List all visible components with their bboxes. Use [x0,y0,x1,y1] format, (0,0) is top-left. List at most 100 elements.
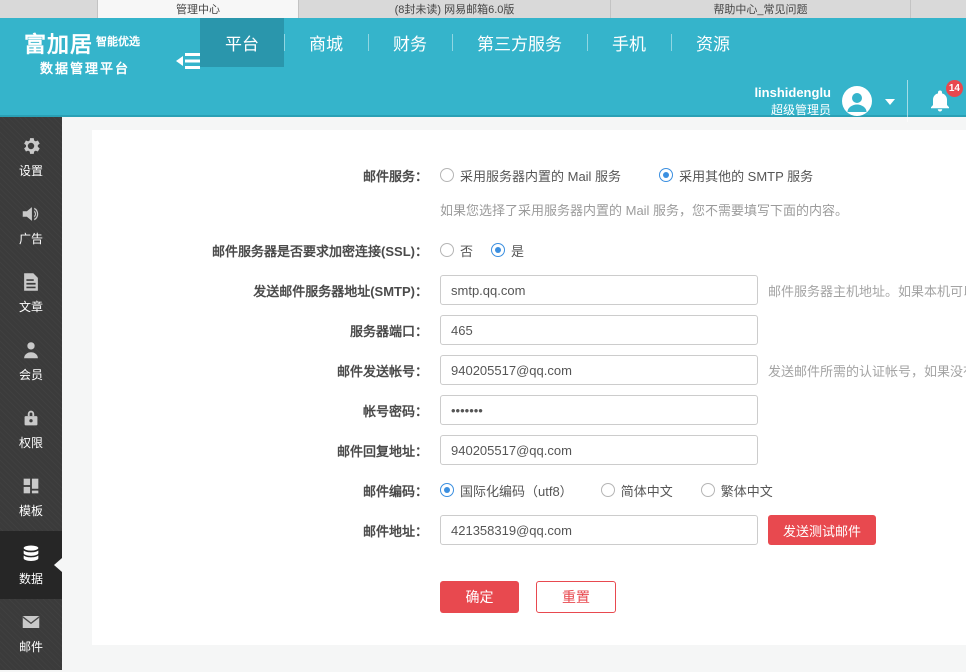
user-info: linshidenglu 超级管理员 [754,84,831,118]
nav-item-mall[interactable]: 商城 [284,18,368,67]
sidebar-item-templates[interactable]: 模板 [0,463,62,531]
sidebar-item-label: 邮件 [18,640,43,654]
notifications-button[interactable]: 14 [928,80,963,114]
radio-encoding-gb[interactable]: 简体中文 [600,481,673,500]
test-address-input[interactable] [440,515,758,545]
sidebar: 设置 广告 文章 会员 权限 模板 数据 邮件 [0,117,62,670]
user-name: linshidenglu [754,85,831,101]
submit-button[interactable]: 确定 [440,581,519,613]
menu-collapse-icon[interactable] [176,50,202,72]
mail-settings-card: 邮件服务： 采用服务器内置的 Mail 服务 采用其他的 SMTP 服务 如果您… [92,130,966,645]
nav-item-label: 第三方服务 [477,35,562,54]
reset-button[interactable]: 重置 [536,581,616,613]
brand-subtitle: 数据管理平台 [40,61,131,77]
mail-service-row: 邮件服务： 采用服务器内置的 Mail 服务 采用其他的 SMTP 服务 [92,160,966,190]
sidebar-item-label: 设置 [18,164,43,178]
sidebar-item-label: 会员 [18,368,43,382]
nav-item-thirdparty[interactable]: 第三方服务 [452,18,587,67]
nav-item-label: 平台 [225,35,259,54]
smtp-host-help: 邮件服务器主机地址。如果本机可以发 [768,283,966,299]
radio-icon [700,483,715,497]
browser-tabbar: 管理中心 (8封未读) 网易邮箱6.0版 帮助中心_常见问题 [0,0,966,18]
radio-checked-icon [491,243,506,257]
logo: 富加居 智能优选 数据管理平台 [24,32,140,77]
database-icon [20,543,42,565]
sidebar-item-articles[interactable]: 文章 [0,259,62,327]
nav-item-mobile[interactable]: 手机 [587,18,671,67]
reply-row: 邮件回复地址： [92,435,966,465]
radio-checked-icon [440,483,454,497]
browser-tab-help[interactable]: 帮助中心_常见问题 [611,0,911,18]
account-label: 邮件发送帐号： [336,363,428,379]
port-row: 服务器端口： [92,315,966,345]
ssl-row: 邮件服务器是否要求加密连接(SSL)： 否 是 [92,235,966,265]
brand-tagline: 智能优选 [96,36,141,48]
account-help: 发送邮件所需的认证帐号，如果没有就 [768,363,966,379]
send-test-button[interactable]: 发送测试邮件 [768,515,877,545]
sidebar-item-label: 权限 [18,436,43,450]
nav-item-platform[interactable]: 平台 [200,18,284,67]
sidebar-item-mail[interactable]: 邮件 [0,599,62,667]
nav-item-label: 财务 [393,35,427,54]
lock-icon [20,407,42,429]
ssl-label: 邮件服务器是否要求加密连接(SSL)： [212,243,428,259]
encoding-label: 邮件编码： [362,483,428,499]
radio-ssl-yes[interactable]: 是 [491,241,524,260]
browser-tab-label: (8封未读) 网易邮箱6.0版 [394,4,515,16]
avatar[interactable] [841,85,873,117]
nav-item-label: 商城 [309,35,343,54]
user-area: linshidenglu 超级管理员 14 [754,80,963,122]
sidebar-item-ads[interactable]: 广告 [0,191,62,259]
password-label: 帐号密码： [362,403,428,419]
radio-ssl-no[interactable]: 否 [440,241,473,260]
member-icon [20,339,42,361]
radio-encoding-utf8[interactable]: 国际化编码（utf8） [440,481,573,500]
speaker-icon [20,203,42,225]
nav-item-label: 手机 [612,35,646,54]
nav-item-resource[interactable]: 资源 [671,18,755,67]
sender-account-input[interactable] [440,355,758,385]
browser-tab-mailbox[interactable]: (8封未读) 网易邮箱6.0版 [299,0,611,18]
port-input[interactable] [440,315,758,345]
divider [907,80,908,122]
sidebar-item-permissions[interactable]: 权限 [0,395,62,463]
chevron-down-icon[interactable] [885,99,895,105]
reply-label: 邮件回复地址： [336,443,428,459]
sidebar-item-label: 模板 [18,504,43,518]
mail-service-hint: 如果您选择了采用服务器内置的 Mail 服务，您不需要填写下面的内容。 [440,203,849,218]
test-mail-label: 邮件地址： [362,523,428,539]
nav-item-finance[interactable]: 财务 [368,18,452,67]
content-area: 邮件服务： 采用服务器内置的 Mail 服务 采用其他的 SMTP 服务 如果您… [62,117,966,670]
sidebar-item-label: 文章 [18,300,43,314]
browser-tab-admin[interactable]: 管理中心 [98,0,299,18]
reply-address-input[interactable] [440,435,758,465]
mail-service-label: 邮件服务： [362,168,428,184]
main-nav: 平台 商城 财务 第三方服务 手机 资源 [200,18,755,67]
browser-tab-label: 帮助中心_常见问题 [713,4,808,16]
smtp-host-label: 发送邮件服务器地址(SMTP)： [253,283,428,299]
form-actions: 确定 重置 [440,581,966,613]
radio-mail-smtp[interactable]: 采用其他的 SMTP 服务 [659,166,813,185]
radio-icon [600,483,615,497]
sidebar-item-members[interactable]: 会员 [0,327,62,395]
password-row: 帐号密码： [92,395,966,425]
radio-encoding-big5[interactable]: 繁体中文 [700,481,773,500]
smtp-host-input[interactable] [440,275,758,305]
radio-icon [440,243,454,257]
template-icon [20,475,42,497]
radio-mail-builtin[interactable]: 采用服务器内置的 Mail 服务 [440,166,621,185]
gear-icon [20,135,42,157]
account-row: 邮件发送帐号： 发送邮件所需的认证帐号，如果没有就 [92,355,966,385]
port-label: 服务器端口： [349,323,428,339]
app-header: 富加居 智能优选 数据管理平台 平台 商城 财务 第三方服务 手机 资源 lin… [0,18,966,122]
article-icon [20,271,42,293]
browser-tab-label: 管理中心 [176,4,220,16]
smtp-host-row: 发送邮件服务器地址(SMTP)： 邮件服务器主机地址。如果本机可以发 [92,275,966,305]
encoding-row: 邮件编码： 国际化编码（utf8） 简体中文 繁体中文 [92,475,966,505]
sidebar-item-label: 广告 [18,232,43,246]
sidebar-item-settings[interactable]: 设置 [0,123,62,191]
mail-icon [20,611,42,633]
password-input[interactable] [440,395,758,425]
sidebar-item-data[interactable]: 数据 [0,531,62,599]
brand-name: 富加居 [24,32,94,57]
